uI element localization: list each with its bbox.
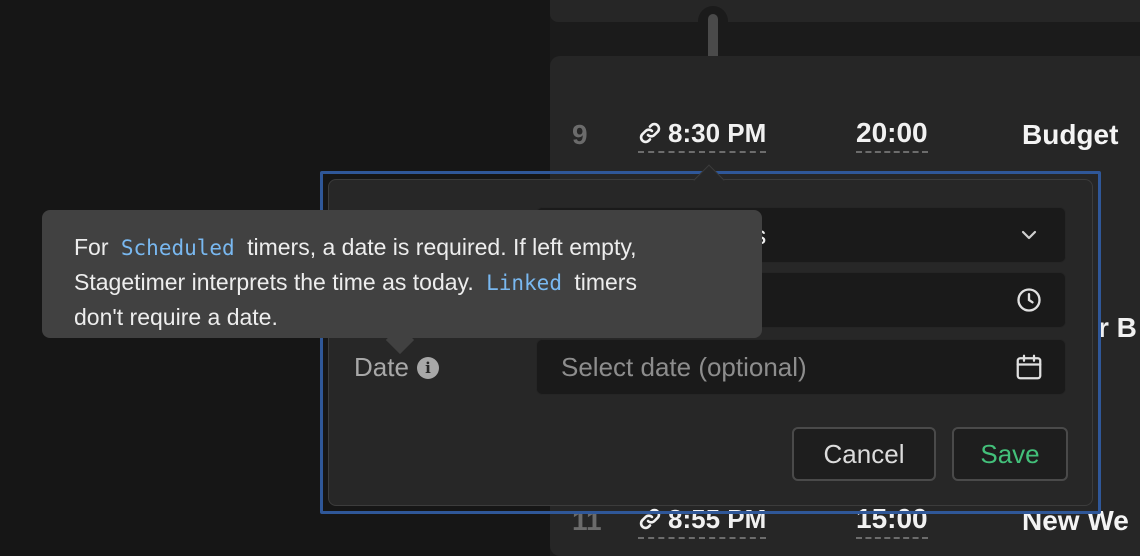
timer-start-time[interactable]: 8:30 PM bbox=[638, 117, 767, 153]
cancel-button[interactable]: Cancel bbox=[792, 427, 936, 481]
info-icon[interactable]: i bbox=[416, 356, 439, 379]
save-button[interactable]: Save bbox=[952, 427, 1068, 481]
timer-start-text: 8:30 PM bbox=[668, 117, 767, 148]
date-label: Date i bbox=[354, 352, 439, 383]
timer-row[interactable]: 9 8:30 PM 20:00 Budget bbox=[550, 110, 1140, 160]
clock-icon[interactable] bbox=[1013, 284, 1045, 316]
date-input[interactable]: Select date (optional) bbox=[536, 339, 1066, 395]
tooltip-text: timers bbox=[574, 269, 637, 295]
timer-title[interactable]: Budget bbox=[1022, 119, 1118, 151]
calendar-icon[interactable] bbox=[1013, 351, 1045, 383]
tooltip-code-scheduled: Scheduled bbox=[120, 236, 235, 260]
timer-title-partial: r B bbox=[1098, 312, 1137, 343]
timer-number: 9 bbox=[572, 119, 588, 150]
tooltip-text: timers, a date is required. If left empt… bbox=[247, 234, 637, 260]
tooltip-text: For bbox=[74, 234, 109, 260]
tooltip-text: Stagetimer interprets the time as today. bbox=[74, 269, 474, 295]
link-icon bbox=[638, 121, 662, 145]
date-input-placeholder: Select date (optional) bbox=[561, 351, 807, 382]
tooltip-code-linked: Linked bbox=[486, 271, 562, 295]
date-label-text: Date bbox=[354, 352, 409, 382]
chevron-down-icon bbox=[1013, 219, 1045, 251]
timer-duration[interactable]: 20:00 bbox=[856, 117, 928, 153]
tooltip-text: don't require a date. bbox=[74, 304, 278, 330]
date-info-tooltip: For Scheduled timers, a date is required… bbox=[42, 210, 762, 338]
timer-card-previous bbox=[550, 0, 1140, 22]
